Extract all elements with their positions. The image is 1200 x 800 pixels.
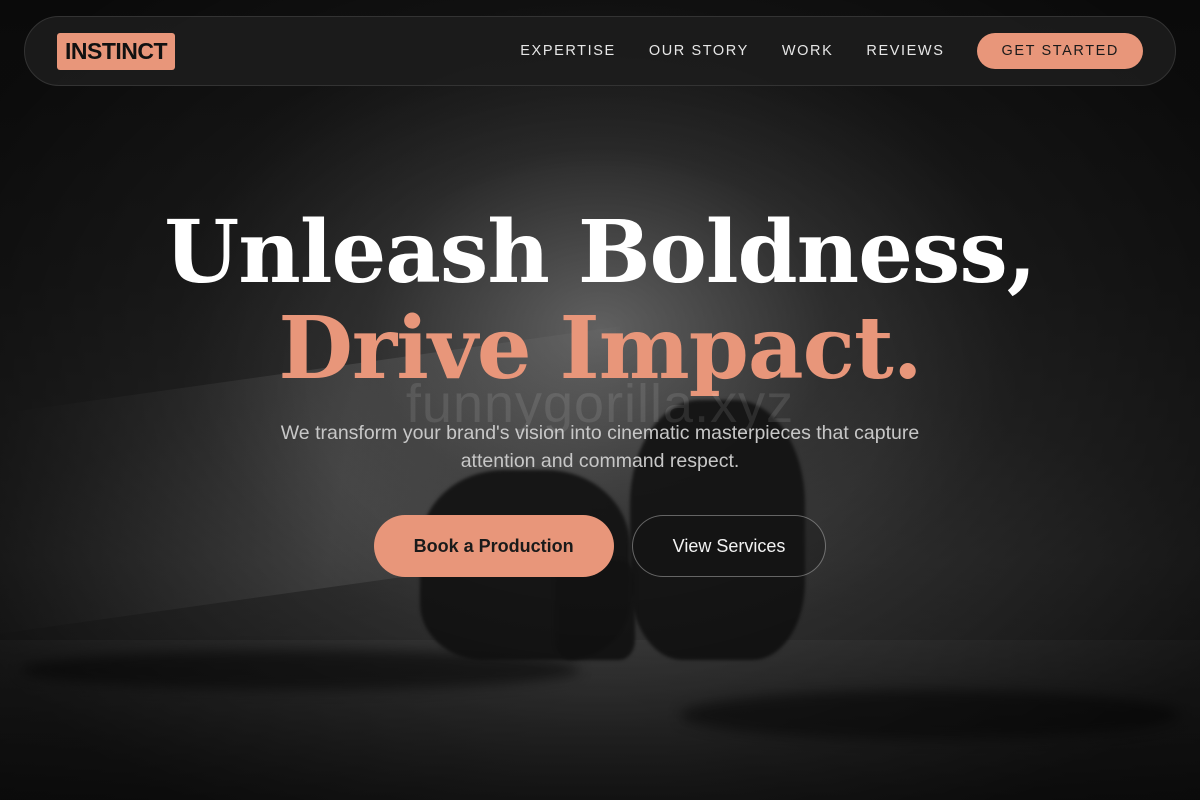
brand-logo[interactable]: INSTINCT bbox=[57, 32, 176, 70]
view-services-button[interactable]: View Services bbox=[631, 515, 827, 577]
hero-subtitle: We transform your brand's vision into ci… bbox=[280, 422, 920, 472]
headline-line-2: Drive Impact. bbox=[278, 298, 922, 399]
nav-link-reviews[interactable]: REVIEWS bbox=[866, 43, 944, 59]
headline-line-1: Unleash Boldness, bbox=[164, 202, 1036, 303]
get-started-button[interactable]: GET STARTED bbox=[977, 33, 1143, 69]
hero-section: Unleash Boldness, Drive Impact. funnygor… bbox=[0, 205, 1200, 577]
nav-link-expertise[interactable]: EXPERTISE bbox=[520, 43, 616, 59]
nav-link-our-story[interactable]: OUR STORY bbox=[649, 43, 749, 59]
nav-link-work[interactable]: WORK bbox=[782, 43, 834, 59]
hero-buttons: Book a Production View Services bbox=[0, 515, 1200, 577]
book-production-button[interactable]: Book a Production bbox=[373, 515, 614, 577]
hero-headline: Unleash Boldness, Drive Impact. bbox=[0, 205, 1200, 397]
top-navigation-bar: INSTINCT EXPERTISE OUR STORY WORK REVIEW… bbox=[24, 16, 1176, 86]
nav-links: EXPERTISE OUR STORY WORK REVIEWS GET STA… bbox=[487, 33, 1143, 69]
